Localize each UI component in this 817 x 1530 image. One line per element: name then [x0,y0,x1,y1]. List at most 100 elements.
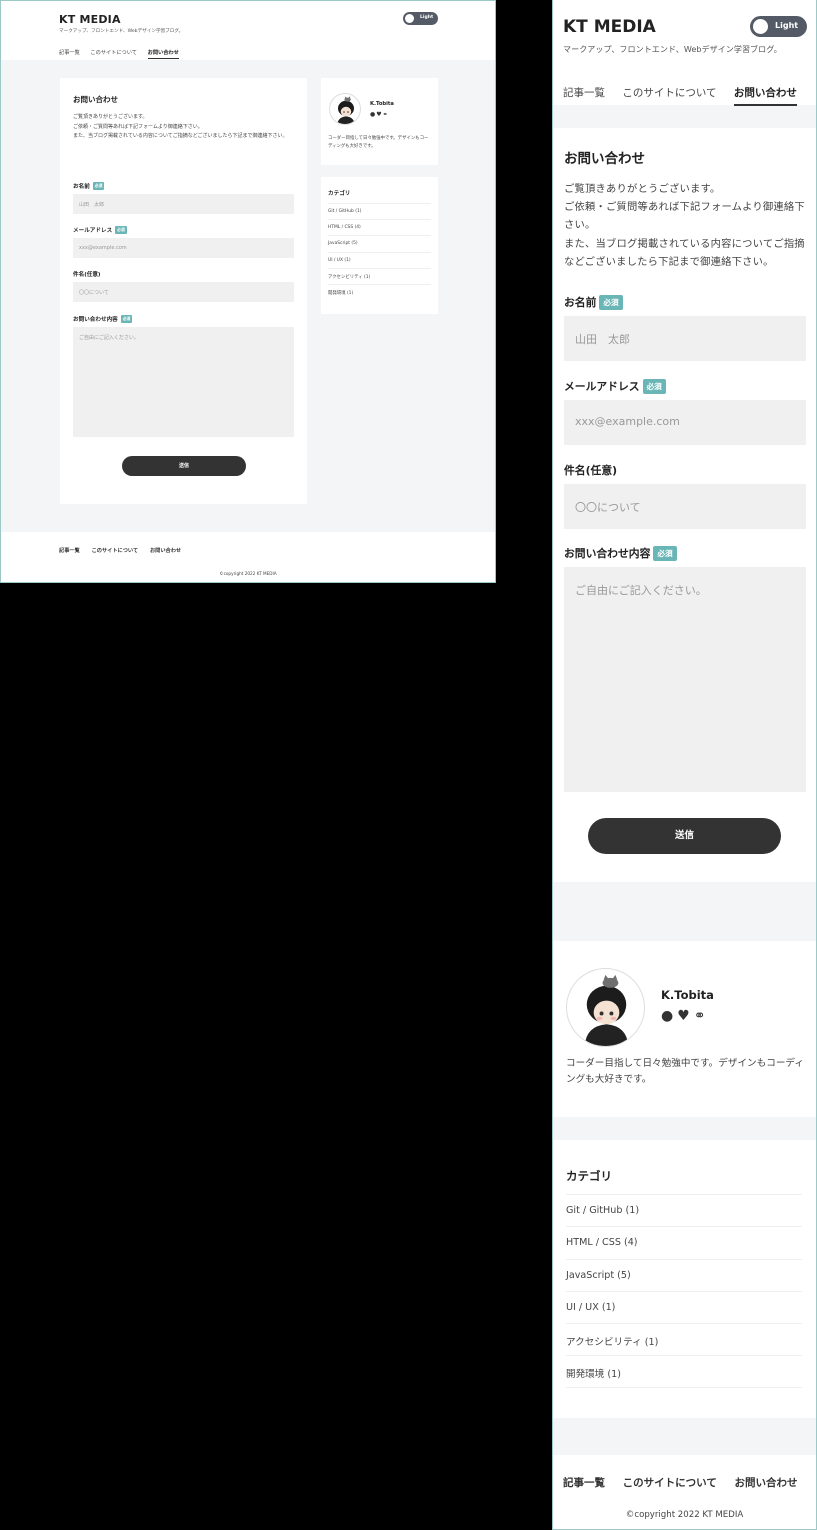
intro-line: ご覧頂きありがとうございます。 [564,183,721,195]
subject-field[interactable]: 〇〇について [73,282,294,302]
category-item[interactable]: HTML / CSS (4) [328,219,431,235]
global-nav: 記事一覧 このサイトについて お問い合わせ [563,85,811,106]
link-icon[interactable]: ⚭ [694,1008,710,1024]
category-item[interactable]: JavaScript (5) [566,1258,802,1291]
email-label: メールアドレス 必須 [73,226,127,234]
subject-label: 件名(任意) [73,272,101,278]
theme-toggle[interactable]: Light [403,12,438,25]
name-label-text: お名前 [564,296,597,309]
name-label: お名前 必須 [564,294,623,310]
contact-intro: ご覧頂きありがとうございます。 ご依頼・ご質問等あれば下記フォームより御連絡下さ… [564,180,808,271]
footer-nav: 記事一覧 このサイトについて お問い合わせ [59,547,191,554]
site-footer: 記事一覧 このサイトについて お問い合わせ ©copyright 2022 KT… [553,1455,816,1529]
message-textarea[interactable]: ご自由にご記入ください。 [564,567,806,792]
email-field[interactable]: xxx@example.com [564,400,806,445]
contact-intro: ご覧頂きありがとうございます。 ご依頼・ご質問等あれば下記フォームより御連絡下さ… [73,113,297,142]
message-label-text: お問い合わせ内容 [564,547,651,560]
mobile-view: KT MEDIA マークアップ、フロントエンド、Webデザイン学習ブログ。 Li… [552,0,817,1530]
intro-line: ご覧頂きありがとうございます。 [73,114,148,120]
required-badge: 必須 [120,315,133,323]
category-item[interactable]: UI / UX (1) [566,1290,802,1323]
profile-description: コーダー目指して日々勉強中です。デザインもコーディングも大好きです。 [566,1058,804,1085]
page-title: お問い合わせ [564,151,645,167]
email-label-text: メールアドレス [564,380,640,393]
footer-nav-about[interactable]: このサイトについて [92,547,139,554]
site-footer: 記事一覧 このサイトについて お問い合わせ ©copyright 2022 KT… [1,532,495,582]
intro-line: また、当ブログ掲載されている内容についてご指摘などございましたら下記まで御連絡下… [564,237,805,268]
toggle-knob [753,19,768,34]
message-label: お問い合わせ内容 必須 [73,315,133,323]
submit-button[interactable]: 送信 [122,456,246,476]
theme-toggle-label: Light [420,15,434,20]
footer-nav-contact[interactable]: お問い合わせ [150,547,181,554]
avatar [329,93,361,125]
category-item[interactable]: Git / GitHub (1) [566,1194,802,1226]
toggle-knob [405,14,414,23]
footer-nav-articles[interactable]: 記事一覧 [563,1475,605,1490]
intro-line: また、当ブログ掲載されている内容についてご指摘などございましたら下記まで御連絡下… [73,133,288,140]
site-tagline: マークアップ、フロントエンド、Webデザイン学習ブログ。 [59,29,184,34]
name-field[interactable]: 山田 太郎 [564,316,806,361]
profile-description: コーダー目指して日々勉強中です。デザインもコーディングも大好きです。 [328,136,429,149]
avatar-illustration [337,96,355,124]
category-list: Git / GitHub (1) HTML / CSS (4) JavaScri… [328,203,431,300]
global-nav: 記事一覧 このサイトについて お問い合わせ [59,49,188,59]
page-title: お問い合わせ [73,95,118,104]
contact-form-card: お問い合わせ ご覧頂きありがとうございます。 ご依頼・ご質問等あれば下記フォーム… [553,128,816,882]
site-logo[interactable]: KT MEDIA [563,17,656,37]
category-title: カテゴリ [328,191,351,197]
nav-item-contact[interactable]: お問い合わせ [147,49,179,59]
nav-item-articles[interactable]: 記事一覧 [563,85,605,100]
profile-social-links: ●♥⚭ [370,111,389,118]
subject-label: 件名(任意) [564,464,618,477]
message-label-text: お問い合わせ内容 [73,317,118,323]
github-icon[interactable]: ● [661,1008,677,1024]
profile-name: K.Tobita [370,101,394,107]
category-item[interactable]: JavaScript (5) [328,235,431,251]
required-badge: 必須 [92,182,105,190]
nav-item-about[interactable]: このサイトについて [90,49,137,56]
footer-nav-contact[interactable]: お問い合わせ [735,1475,798,1490]
required-badge: 必須 [653,546,677,561]
avatar [566,968,645,1047]
desktop-view: KT MEDIA マークアップ、フロントエンド、Webデザイン学習ブログ。 Li… [0,0,496,583]
category-item[interactable]: 開発環境 (1) [566,1355,802,1388]
contact-form-card: お問い合わせ ご覧頂きありがとうございます。 ご依頼・ご質問等あれば下記フォーム… [60,78,307,504]
category-item[interactable]: 開発環境 (1) [328,283,431,300]
twitter-icon[interactable]: ♥ [677,1008,694,1024]
category-card: カテゴリ Git / GitHub (1) HTML / CSS (4) Jav… [321,177,438,314]
category-title: カテゴリ [566,1169,612,1183]
nav-item-about[interactable]: このサイトについて [622,85,716,100]
category-item[interactable]: アクセシビリティ (1) [328,267,431,284]
site-tagline: マークアップ、フロントエンド、Webデザイン学習ブログ。 [563,44,782,54]
copyright: ©copyright 2022 KT MEDIA [219,571,277,576]
name-field[interactable]: 山田 太郎 [73,194,294,214]
footer-nav-articles[interactable]: 記事一覧 [59,547,80,554]
site-header: KT MEDIA マークアップ、フロントエンド、Webデザイン学習ブログ。 Li… [1,1,495,60]
profile-card: K.Tobita ●♥⚭ コーダー目指して日々勉強中です。デザインもコーディング… [321,78,438,165]
subject-field[interactable]: 〇〇について [564,484,806,529]
footer-nav-about[interactable]: このサイトについて [623,1475,717,1490]
site-header: KT MEDIA マークアップ、フロントエンド、Webデザイン学習ブログ。 Li… [553,0,816,106]
message-textarea[interactable]: ご自由にご記入ください。 [73,327,294,437]
theme-toggle[interactable]: Light [750,16,807,37]
nav-item-contact[interactable]: お問い合わせ [733,85,797,106]
profile-card: K.Tobita ●♥⚭ コーダー目指して日々勉強中です。デザインもコーディング… [553,941,816,1117]
site-logo[interactable]: KT MEDIA [59,13,121,26]
email-label-text: メールアドレス [73,228,113,234]
category-item[interactable]: Git / GitHub (1) [328,203,431,219]
category-item[interactable]: アクセシビリティ (1) [566,1323,802,1355]
category-item[interactable]: HTML / CSS (4) [566,1226,802,1258]
profile-social-links: ●♥⚭ [661,1008,710,1024]
avatar-illustration [584,974,629,1046]
nav-item-articles[interactable]: 記事一覧 [59,49,80,56]
link-icon[interactable]: ⚭ [383,111,389,118]
copyright: ©copyright 2022 KT MEDIA [625,1510,744,1520]
name-label-text: お名前 [73,184,90,190]
name-label: お名前 必須 [73,182,105,190]
category-list: Git / GitHub (1) HTML / CSS (4) JavaScri… [566,1194,802,1388]
category-item[interactable]: UI / UX (1) [328,251,431,268]
submit-button[interactable]: 送信 [588,818,781,854]
email-field[interactable]: xxx@example.com [73,238,294,258]
category-card: カテゴリ Git / GitHub (1) HTML / CSS (4) Jav… [553,1140,816,1418]
